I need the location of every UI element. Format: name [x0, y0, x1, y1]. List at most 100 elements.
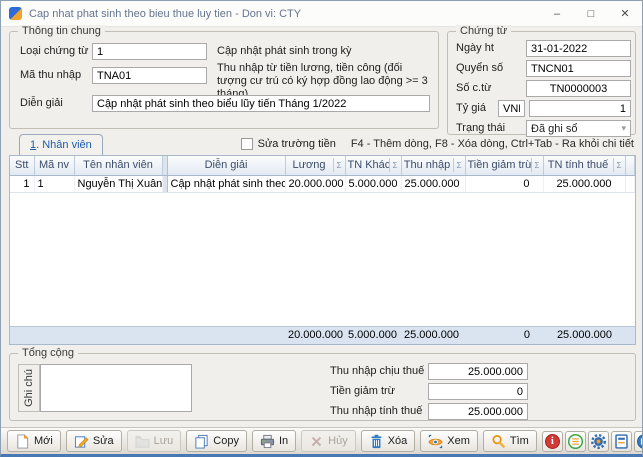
edit-money-field-checkbox[interactable] [241, 138, 253, 150]
tab-employees[interactable]: 1. Nhân viên [19, 134, 103, 155]
save-button: Lưu [127, 430, 182, 452]
info-button[interactable]: i [542, 431, 563, 452]
new-button[interactable]: Mới [7, 430, 61, 452]
doc-type-input[interactable] [92, 43, 207, 60]
exchange-rate-input[interactable] [529, 100, 631, 117]
view-eye-icon [428, 434, 443, 449]
list-icon [567, 433, 584, 450]
book-number-input[interactable] [526, 60, 631, 77]
copy-button[interactable]: Copy [186, 430, 247, 452]
deduction-input[interactable] [428, 383, 528, 400]
exchange-rate-label: Tỷ giá [456, 100, 486, 117]
edit-button[interactable]: Sửa [66, 430, 122, 452]
grid-column-header[interactable]: TN KhácΣ [345, 156, 401, 175]
grid-cell-taxable-income[interactable]: 25.000.000 [543, 175, 625, 192]
assessable-income-input[interactable] [428, 403, 528, 420]
total-taxable-income: 25.000.000 [543, 326, 625, 344]
description-input[interactable] [92, 95, 430, 112]
title-bar: Cap nhat phat sinh theo bieu thue luy ti… [1, 1, 642, 27]
view-button[interactable]: Xem [420, 430, 478, 452]
taxable-income-input[interactable] [428, 363, 528, 380]
bottom-toolbar: Mới Sửa Lưu Copy In Hủy Xóa Xem [1, 427, 642, 454]
posting-date-input[interactable] [526, 40, 631, 57]
delete-trash-icon [369, 434, 384, 449]
general-info-group: Thông tin chung Loại chứng từ Cập nhật p… [9, 31, 439, 129]
summary-group: Tổng cộng Ghi chú Thu nhập chịu thuế Tiề… [9, 353, 636, 421]
grid-column-header[interactable]: LươngΣ [285, 156, 345, 175]
sum-filter-icon[interactable]: Σ [333, 158, 345, 172]
table-row[interactable]: 1 1 Nguyễn Thị Xuân Cập nhật phát sinh t… [10, 175, 635, 192]
deduction-label: Tiền giảm trừ [330, 383, 395, 400]
cancel-icon [309, 434, 324, 449]
sum-filter-icon[interactable]: Σ [453, 158, 465, 172]
report-button[interactable] [611, 431, 632, 452]
grid-empty-area[interactable] [10, 193, 635, 326]
grid-cell-salary[interactable]: 20.000.000 [285, 175, 345, 192]
grid-cell-income[interactable]: 25.000.000 [401, 175, 465, 192]
doc-type-description: Cập nhật phát sinh trong kỳ [217, 45, 352, 58]
total-deduction: 0 [465, 326, 543, 344]
doc-type-label: Loại chứng từ [20, 43, 89, 60]
grid-cell-employee-code[interactable]: 1 [34, 175, 74, 192]
grid-cell-deduction[interactable]: 0 [465, 175, 543, 192]
minimize-button[interactable]: – [540, 1, 574, 26]
app-window: Cap nhat phat sinh theo bieu thue luy ti… [0, 0, 643, 457]
grid-totals-row: 20.000.000 5.000.000 25.000.000 0 25.000… [10, 326, 635, 344]
chevron-down-icon: ▾ [621, 123, 626, 134]
grid-column-header[interactable]: Diễn giải [167, 156, 285, 175]
grid-column-header[interactable]: Stt [10, 156, 34, 175]
sum-filter-icon[interactable]: Σ [613, 158, 625, 172]
close-button[interactable]: ✕ [608, 1, 642, 26]
general-info-group-label: Thông tin chung [18, 25, 105, 37]
record-nav-group: i ? [542, 431, 643, 452]
currency-input[interactable] [498, 100, 525, 117]
print-button[interactable]: In [252, 430, 296, 452]
grid-column-header[interactable]: TN tính thuếΣ [543, 156, 625, 175]
grid-column-header[interactable]: Tên nhân viên [74, 156, 162, 175]
new-document-icon [15, 434, 30, 449]
grid-cell-employee-name[interactable]: Nguyễn Thị Xuân [74, 175, 162, 192]
doc-number-label: Số c.từ [456, 80, 492, 97]
shortcuts-hint: F4 - Thêm dòng, F8 - Xóa dòng, Ctrl+Tab … [351, 138, 634, 150]
summary-group-label: Tổng cộng [18, 347, 78, 359]
print-icon [260, 434, 275, 449]
grid-cell-description[interactable]: Cập nhật phát sinh theo biể [167, 175, 285, 192]
sum-filter-icon[interactable]: Σ [389, 158, 401, 172]
document-group-label: Chứng từ [456, 25, 511, 37]
status-dropdown[interactable]: Đã ghi sổ ▾ [526, 120, 631, 137]
taxable-income-label: Thu nhập chịu thuế [330, 363, 424, 380]
total-other-income: 5.000.000 [345, 326, 401, 344]
list-button[interactable] [565, 431, 586, 452]
status-label: Trạng thái [456, 120, 505, 137]
settings-button[interactable] [588, 431, 609, 452]
assessable-income-label: Thu nhập tính thuế [330, 403, 422, 420]
grid-column-header [625, 156, 635, 175]
note-label: Ghi chú [23, 369, 35, 407]
note-textarea[interactable] [40, 364, 192, 412]
description-label: Diễn giải [20, 95, 63, 112]
grid-column-header[interactable]: Thu nhậpΣ [401, 156, 465, 175]
book-number-label: Quyển số [456, 60, 503, 77]
search-icon [491, 434, 506, 449]
first-record-icon [636, 433, 643, 450]
info-icon: i [545, 434, 560, 449]
income-code-label: Mã thu nhập [20, 67, 81, 84]
grid-column-header[interactable]: Tiền giảm trừΣ [465, 156, 543, 175]
grid-column-header[interactable]: Mã nv [34, 156, 74, 175]
edit-money-field-label: Sửa trường tiền [258, 138, 336, 150]
delete-button[interactable]: Xóa [361, 430, 416, 452]
grid-cell-stt[interactable]: 1 [10, 175, 34, 192]
maximize-button[interactable]: □ [574, 1, 608, 26]
total-salary: 20.000.000 [285, 326, 345, 344]
save-icon [135, 434, 150, 449]
first-record-button[interactable] [634, 431, 643, 452]
document-group: Chứng từ Ngày ht Quyển số Số c.từ Tỷ giá… [447, 31, 636, 135]
sum-filter-icon[interactable]: Σ [531, 158, 543, 172]
income-code-input[interactable] [92, 67, 207, 84]
grid-cell-other-income[interactable]: 5.000.000 [345, 175, 401, 192]
find-button[interactable]: Tìm [483, 430, 537, 452]
doc-number-input[interactable] [526, 80, 631, 97]
grid-header-row: Stt Mã nv Tên nhân viên Diễn giải LươngΣ… [10, 156, 635, 175]
window-title: Cap nhat phat sinh theo bieu thue luy ti… [29, 8, 301, 20]
copy-icon [194, 434, 209, 449]
